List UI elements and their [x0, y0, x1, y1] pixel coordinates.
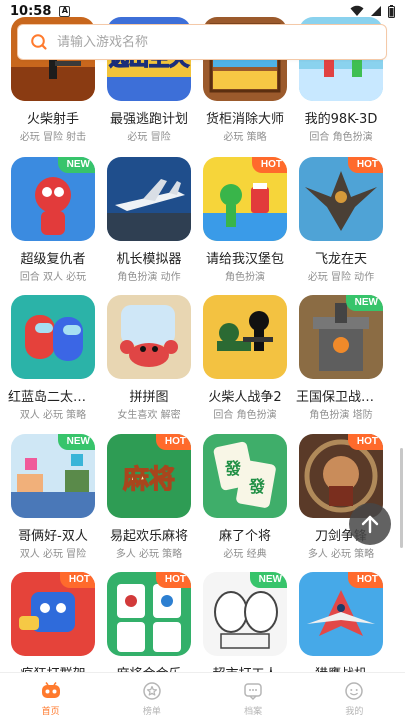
game-title: 拼拼图	[129, 390, 169, 405]
game-art	[107, 157, 191, 241]
game-title: 超级复仇者	[20, 252, 86, 267]
game-title: 飞龙在天	[314, 252, 367, 267]
game-thumbnail[interactable]: HOT	[299, 157, 383, 241]
game-title: 红蓝岛二太空人	[8, 390, 100, 405]
game-thumbnail[interactable]: NEW	[299, 295, 383, 379]
game-thumbnail[interactable]: NEW	[11, 434, 95, 518]
tab-profile-label: 我的	[345, 707, 364, 717]
game-thumbnail[interactable]: NEW	[11, 157, 95, 241]
game-title: 麻了个将	[218, 529, 271, 544]
wifi-icon	[350, 5, 364, 16]
svg-text:麻将: 麻将	[122, 465, 175, 495]
bottom-tab-bar: 首页 榜单 档案 我的	[0, 672, 405, 720]
game-title: 请给我汉堡包	[205, 252, 284, 267]
scrollbar[interactable]	[400, 448, 403, 548]
badge-hot: HOT	[347, 572, 383, 588]
home-gamepad-icon	[41, 682, 60, 698]
game-thumbnail[interactable]: HOT	[203, 157, 287, 241]
game-tags: 回合 角色扮演	[309, 132, 373, 143]
game-tags: 必玩 冒险	[127, 132, 171, 143]
tab-home-label: 首页	[41, 707, 60, 717]
game-title: 易起欢乐麻将	[109, 529, 188, 544]
game-title: 王国保卫战塔防	[296, 390, 388, 405]
game-title: 哥俩好-双人	[18, 529, 88, 544]
search-icon	[31, 34, 47, 50]
back-to-top-button[interactable]	[349, 503, 391, 545]
tab-ranking[interactable]: 榜单	[101, 673, 202, 720]
badge-hot: HOT	[155, 572, 191, 588]
game-tags: 回合 双人 必玩	[19, 272, 87, 283]
game-title: 火柴人战争2	[208, 390, 282, 405]
game-thumbnail[interactable]	[107, 157, 191, 241]
game-title: 最强逃跑计划	[109, 112, 188, 127]
game-title: 火柴射手	[26, 112, 79, 127]
game-art	[11, 295, 95, 379]
game-tags: 回合 角色扮演	[213, 410, 277, 421]
badge-hot: HOT	[59, 572, 95, 588]
battery-icon	[388, 4, 395, 18]
game-tags: 双人 必玩 冒险	[19, 549, 87, 560]
tab-home[interactable]: 首页	[0, 673, 101, 720]
badge-new: NEW	[249, 572, 287, 588]
game-thumbnail[interactable]: HOT	[107, 572, 191, 656]
game-tags: 角色扮演 塔防	[309, 410, 373, 421]
archive-chat-icon	[244, 683, 262, 701]
game-tags: 必玩 经典	[223, 549, 267, 560]
game-tags: 必玩 冒险 射击	[19, 132, 87, 143]
game-title: 货柜消除大师	[205, 112, 284, 127]
badge-new: NEW	[345, 295, 383, 311]
tab-ranking-label: 榜单	[142, 707, 161, 717]
game-thumbnail[interactable]: HOT	[11, 572, 95, 656]
game-tags: 角色扮演	[225, 272, 265, 283]
arrow-up-icon	[361, 515, 379, 534]
game-art	[203, 295, 287, 379]
badge-new: NEW	[57, 434, 95, 450]
game-tags: 必玩 冒险 动作	[307, 272, 375, 283]
game-thumbnail[interactable]	[107, 295, 191, 379]
game-art: 發發	[203, 434, 287, 518]
tab-profile[interactable]: 我的	[304, 673, 405, 720]
game-thumbnail[interactable]: 麻将 HOT	[107, 434, 191, 518]
profile-icon	[345, 682, 364, 700]
svg-text:發: 發	[224, 459, 242, 478]
game-thumbnail[interactable]: HOT	[299, 572, 383, 656]
search-bar[interactable]	[17, 24, 387, 60]
game-tags: 必玩 策略	[223, 132, 267, 143]
badge-hot: HOT	[155, 434, 191, 450]
search-input[interactable]	[57, 34, 357, 50]
status-indicators	[350, 4, 395, 18]
game-tags: 双人 必玩 策略	[19, 410, 87, 421]
game-thumbnail[interactable]: 發發	[203, 434, 287, 518]
game-tags: 多人 必玩 策略	[115, 549, 183, 560]
badge-hot: HOT	[251, 157, 287, 173]
game-thumbnail[interactable]	[11, 295, 95, 379]
svg-text:發: 發	[248, 477, 266, 496]
badge-hot: HOT	[347, 434, 383, 450]
tab-archive-label: 档案	[244, 707, 263, 717]
badge-new: NEW	[57, 157, 95, 173]
signal-icon	[371, 6, 381, 16]
game-thumbnail[interactable]	[203, 295, 287, 379]
game-tags: 多人 必玩 策略	[307, 549, 375, 560]
game-thumbnail[interactable]: NEW	[203, 572, 287, 656]
game-tags: 女生喜欢 解密	[117, 410, 181, 421]
tab-archive[interactable]: 档案	[203, 673, 304, 720]
game-title: 我的98K-3D	[304, 112, 378, 127]
game-art	[107, 295, 191, 379]
game-tags: 角色扮演 动作	[117, 272, 181, 283]
game-title: 机长模拟器	[116, 252, 182, 267]
notification-icon: A	[59, 5, 71, 17]
ranking-icon	[143, 682, 161, 700]
badge-hot: HOT	[347, 157, 383, 173]
